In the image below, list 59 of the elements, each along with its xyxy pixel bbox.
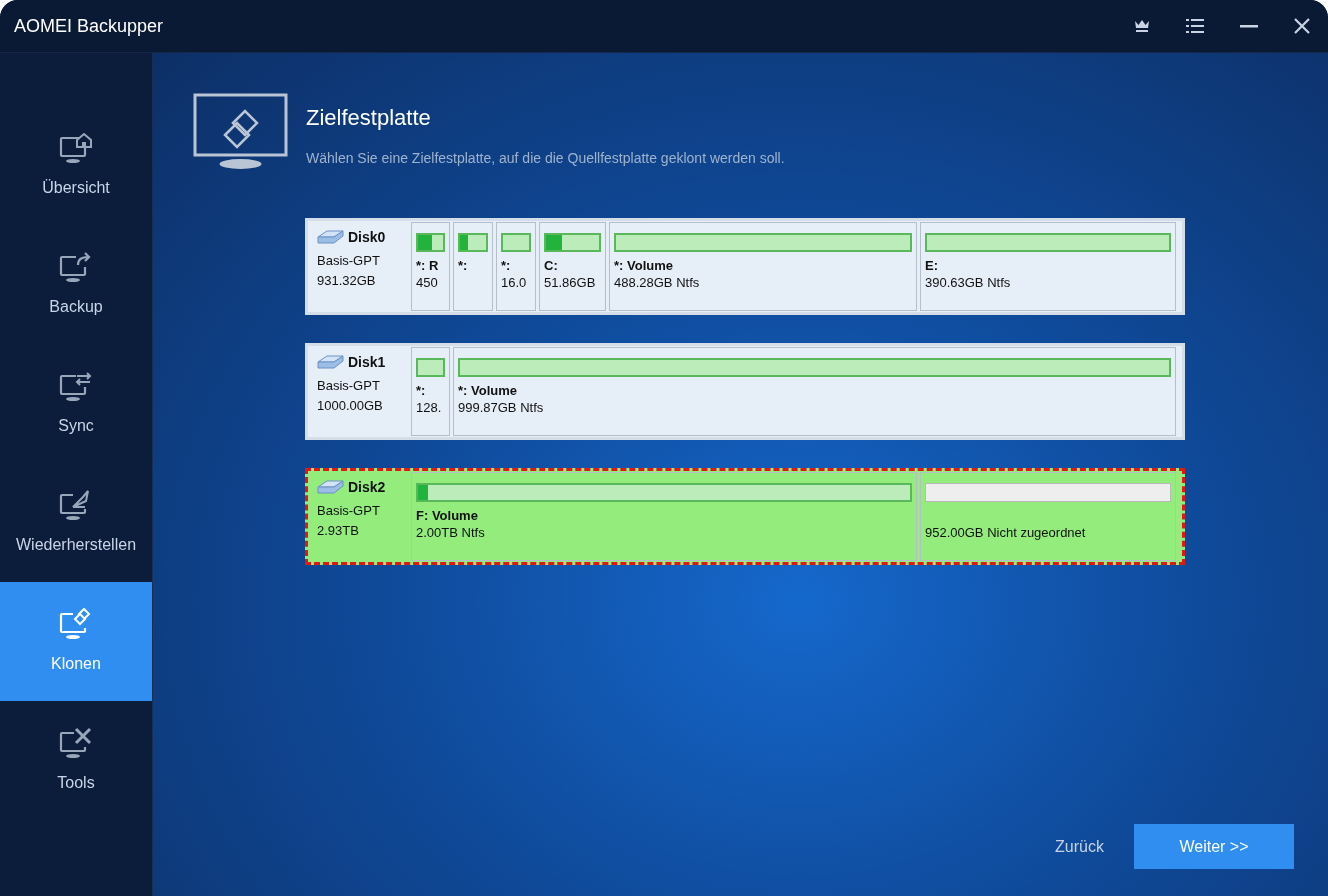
minimize-icon[interactable] (1240, 24, 1258, 28)
monitor-house-icon (59, 131, 93, 164)
window-title: AOMEI Backupper (14, 14, 164, 38)
sidebar-item[interactable]: Sync (0, 344, 152, 463)
partition-size: 16.0 (501, 274, 528, 292)
disk-name: Disk2 (348, 478, 386, 497)
partition-block[interactable]: *: Volume 999.87GB Ntfs (453, 347, 1176, 436)
monitor-clone-icon (193, 93, 288, 171)
sidebar-item[interactable]: Tools (0, 701, 152, 820)
partition-size: 2.00TB Ntfs (416, 524, 486, 542)
partition-size: 450 (416, 274, 439, 292)
sidebar-item[interactable]: Übersicht (0, 106, 152, 225)
sidebar-item[interactable]: Backup (0, 225, 152, 344)
partition-label: *: Volume (614, 257, 674, 273)
disk-row[interactable]: Disk2 Basis-GPT 2.93TB F: Volume 2.00TB Ntfs 952.00GB Nicht zugeordnet (305, 468, 1185, 565)
menu-icon[interactable] (1186, 19, 1204, 33)
disk-name: Disk0 (348, 228, 386, 247)
partition-label: *: R (416, 257, 440, 273)
partition-label: *: (458, 257, 469, 273)
partition-block[interactable]: *: R 450 (411, 222, 450, 311)
disk-row[interactable]: Disk1 Basis-GPT 1000.00GB *: 128. *: Volume 999.87GB Ntfs (305, 343, 1185, 440)
page-subtitle: Wählen Sie eine Zielfestplatte, auf die die Quellfestplatte geklont werden soll. (306, 149, 785, 168)
partition-block[interactable]: E: 390.63GB Ntfs (920, 222, 1176, 311)
partition-size: 128. (416, 399, 443, 417)
partition-label: *: Volume (458, 382, 518, 398)
page-title: Zielfestplatte (306, 104, 432, 132)
partition-block[interactable]: F: Volume 2.00TB Ntfs (411, 472, 917, 561)
partition-block[interactable]: *: 128. (411, 347, 450, 436)
partition-size: 999.87GB Ntfs (458, 399, 545, 417)
disk-type: Basis-GPT (317, 502, 381, 520)
partition-label: F: Volume (416, 507, 479, 523)
disk-size: 1000.00GB (317, 396, 384, 415)
partition-block[interactable]: C: 51.86GB (539, 222, 606, 311)
monitor-tools-icon (59, 726, 93, 759)
disk-type: Basis-GPT (317, 252, 381, 270)
monitor-arrows-icon (59, 369, 93, 402)
disk-size: 931.32GB (317, 271, 377, 290)
partition-size: 952.00GB Nicht zugeordnet (925, 524, 1087, 542)
disk-name: Disk1 (348, 353, 386, 372)
monitor-arrow-icon (59, 250, 93, 283)
disk-type: Basis-GPT (317, 377, 381, 395)
partition-size: 390.63GB Ntfs (925, 274, 1012, 292)
partition-block[interactable]: 952.00GB Nicht zugeordnet (920, 472, 1176, 561)
monitor-squares-icon (59, 607, 93, 640)
back-button[interactable]: Zurück (1053, 834, 1106, 859)
partition-size: 51.86GB (544, 274, 597, 292)
disk-size: 2.93TB (317, 521, 360, 540)
sidebar-item[interactable]: Wiederherstellen (0, 463, 152, 582)
partition-label: *: (416, 382, 427, 398)
partition-label: C: (544, 257, 559, 273)
partition-block[interactable]: *: Volume 488.28GB Ntfs (609, 222, 917, 311)
partition-size: 488.28GB Ntfs (614, 274, 701, 292)
close-icon[interactable] (1294, 18, 1310, 34)
disk-row[interactable]: Disk0 Basis-GPT 931.32GB *: R 450 *: *: 16.0 C: 51.86GB *: Volume 488.28GB Ntfs E: 390.63GB Ntfs (305, 218, 1185, 315)
crown-icon[interactable] (1134, 19, 1150, 33)
partition-label: E: (925, 257, 939, 273)
partition-block[interactable]: *: 16.0 (496, 222, 536, 311)
partition-label: *: (501, 257, 512, 273)
partition-block[interactable]: *: (453, 222, 493, 311)
